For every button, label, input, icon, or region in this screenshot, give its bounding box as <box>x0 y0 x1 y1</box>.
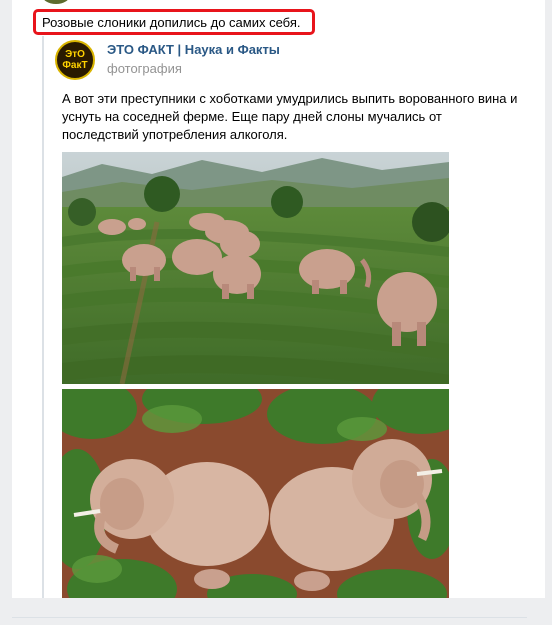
source-avatar[interactable]: ЭтО ФакТ <box>55 40 95 80</box>
divider <box>12 617 527 618</box>
comment-highlight: Розовые слоники допились до самих себя. <box>33 9 315 35</box>
photo-elephants-walking[interactable] <box>62 152 449 384</box>
comment-text: Розовые слоники допились до самих себя. <box>42 14 301 30</box>
avatar-logo-line2: ФакТ <box>62 60 88 71</box>
photo-elephants-sleeping-image <box>62 389 449 598</box>
repost-bar <box>42 36 44 598</box>
author-avatar[interactable] <box>42 0 70 4</box>
post-card: Розовые слоники допились до самих себя. … <box>12 0 545 598</box>
photo-elephants-sleeping[interactable] <box>62 389 449 598</box>
page: Розовые слоники допились до самих себя. … <box>0 0 552 625</box>
source-subtitle: фотография <box>107 61 182 76</box>
photo-elephants-walking-image <box>62 152 449 384</box>
avatar-logo-line1: ЭтО <box>65 49 85 60</box>
source-name-link[interactable]: ЭТО ФАКТ | Наука и Факты <box>107 42 280 57</box>
post-text: А вот эти преступники с хоботками умудри… <box>62 91 518 142</box>
